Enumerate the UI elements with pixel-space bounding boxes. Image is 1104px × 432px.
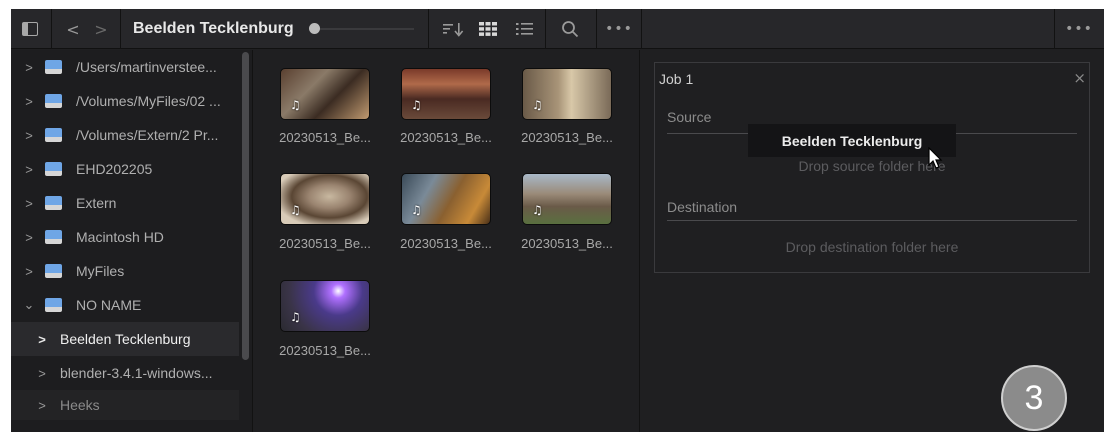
source-label: Source <box>667 109 712 125</box>
clip-label: 20230513_Be... <box>279 343 371 358</box>
drag-preview: Beelden Tecklenburg <box>748 124 956 157</box>
sidebar-item-label: EHD202205 <box>76 161 153 177</box>
clip-thumbnail[interactable]: ♫ <box>401 68 491 120</box>
more-icon[interactable]: ••• <box>605 19 632 39</box>
clip-thumbnail[interactable]: ♫ <box>280 280 370 332</box>
music-note-icon: ♫ <box>411 203 422 217</box>
clip-label: 20230513_Be... <box>521 236 613 251</box>
clip-thumbnail[interactable]: ♫ <box>401 173 491 225</box>
clip-label: 20230513_Be... <box>279 236 371 251</box>
music-note-icon: ♫ <box>290 98 301 112</box>
slider-knob[interactable] <box>309 23 320 34</box>
clip-label: 20230513_Be... <box>279 130 371 145</box>
drive-icon <box>45 128 62 142</box>
toolbar-divider <box>51 9 52 49</box>
chevron-right-icon[interactable]: > <box>35 366 49 381</box>
sidebar-item-label: MyFiles <box>76 263 125 279</box>
chevron-down-icon[interactable]: ⌄ <box>22 297 36 313</box>
chevron-right-icon[interactable]: > <box>22 60 36 75</box>
sidebar-item-volume[interactable]: > /Volumes/MyFiles/02 ... <box>11 84 239 118</box>
drive-icon <box>45 94 62 108</box>
sidebar-scrollbar[interactable] <box>242 52 249 360</box>
top-toolbar: < > Beelden Tecklenburg ••• ••• <box>11 9 1104 49</box>
toolbar-divider <box>1054 9 1055 49</box>
clip-label: 20230513_Be... <box>521 130 613 145</box>
chevron-right-icon[interactable]: > <box>22 264 36 279</box>
chevron-right-icon[interactable]: > <box>22 94 36 109</box>
sidebar-item-volume[interactable]: > MyFiles <box>11 254 239 288</box>
media-browser: ♫ 20230513_Be... ♫ 20230513_Be... ♫ 2023… <box>254 50 640 432</box>
sidebar-item-label: NO NAME <box>76 297 142 313</box>
sidebar-item-label: /Volumes/Extern/2 Pr... <box>76 127 219 143</box>
drive-icon <box>45 60 62 74</box>
sidebar-item-volume[interactable]: > /Volumes/Extern/2 Pr... <box>11 118 239 152</box>
thumbnail-size-slider[interactable] <box>311 28 414 30</box>
toolbar-divider <box>428 9 429 49</box>
chevron-right-icon[interactable]: > <box>35 398 49 413</box>
drive-icon <box>45 230 62 244</box>
music-note-icon: ♫ <box>290 203 301 217</box>
step-number-badge: 3 <box>1001 365 1067 431</box>
toolbar-divider <box>545 9 546 49</box>
folder-sidebar: > /Users/martinverstee... > /Volumes/MyF… <box>11 50 253 432</box>
sort-icon[interactable] <box>441 19 465 39</box>
chevron-right-icon[interactable]: > <box>35 332 49 347</box>
list-view-icon[interactable] <box>514 19 534 39</box>
drive-icon <box>45 196 62 210</box>
destination-drop-zone[interactable]: Drop destination folder here <box>667 239 1077 255</box>
sidebar-item-label: Extern <box>76 195 117 211</box>
mouse-cursor-icon <box>928 147 943 169</box>
clip-thumbnail[interactable]: ♫ <box>280 68 370 120</box>
source-drop-zone[interactable]: Drop source folder here <box>667 158 1077 174</box>
chevron-right-icon[interactable]: > <box>92 18 110 40</box>
sidebar-item-volume[interactable]: ⌄ NO NAME <box>11 288 239 322</box>
music-note-icon: ♫ <box>411 98 422 112</box>
toolbar-divider <box>641 9 642 49</box>
sidebar-item-label: /Volumes/MyFiles/02 ... <box>76 93 221 109</box>
sidebar-item-volume[interactable]: > Macintosh HD <box>11 220 239 254</box>
job-panel: Job 1 × Source Drop source folder here D… <box>654 62 1090 273</box>
search-icon[interactable] <box>559 17 581 41</box>
chevron-right-icon[interactable]: > <box>22 162 36 177</box>
music-note-icon: ♫ <box>532 98 543 112</box>
sidebar-item-label: Heeks <box>60 397 100 413</box>
more-icon[interactable]: ••• <box>1065 19 1092 39</box>
toolbar-divider <box>596 9 597 49</box>
chevron-right-icon[interactable]: > <box>22 196 36 211</box>
sidebar-item-volume[interactable]: > Extern <box>11 186 239 220</box>
sidebar-item-folder-selected[interactable]: > Beelden Tecklenburg <box>11 322 239 356</box>
app-window: < > Beelden Tecklenburg ••• ••• > /Users… <box>11 9 1104 432</box>
sidebar-item-label: Beelden Tecklenburg <box>60 331 191 347</box>
folder-title: Beelden Tecklenburg <box>133 20 294 37</box>
music-note-icon: ♫ <box>532 203 543 217</box>
sidebar-item-label: blender-3.4.1-windows... <box>60 365 213 381</box>
clip-thumbnail[interactable]: ♫ <box>280 173 370 225</box>
job-title: Job 1 <box>659 71 694 87</box>
chevron-right-icon[interactable]: > <box>22 230 36 245</box>
clip-label: 20230513_Be... <box>400 130 492 145</box>
chevron-left-icon[interactable]: < <box>64 18 82 40</box>
close-icon[interactable]: × <box>1073 69 1086 87</box>
sidebar-item-volume[interactable]: > /Users/martinverstee... <box>11 50 239 84</box>
clip-thumbnail[interactable]: ♫ <box>522 68 612 120</box>
sidebar-item-label: /Users/martinverstee... <box>76 59 217 75</box>
drive-icon <box>45 162 62 176</box>
grid-view-icon[interactable] <box>477 19 499 39</box>
drive-icon <box>45 298 62 312</box>
sidebar-item-folder[interactable]: > blender-3.4.1-windows... <box>11 356 239 390</box>
sidebar-item-label: Macintosh HD <box>76 229 164 245</box>
sidebar-item-folder[interactable]: > Heeks <box>11 390 239 420</box>
destination-label: Destination <box>667 199 738 215</box>
music-note-icon: ♫ <box>290 310 301 324</box>
clip-thumbnail[interactable]: ♫ <box>522 173 612 225</box>
destination-divider <box>667 220 1077 221</box>
sidebar-item-volume[interactable]: > EHD202205 <box>11 152 239 186</box>
clip-label: 20230513_Be... <box>400 236 492 251</box>
chevron-right-icon[interactable]: > <box>22 128 36 143</box>
sidebar-toggle-icon[interactable] <box>22 22 38 36</box>
toolbar-divider <box>120 9 121 49</box>
drive-icon <box>45 264 62 278</box>
